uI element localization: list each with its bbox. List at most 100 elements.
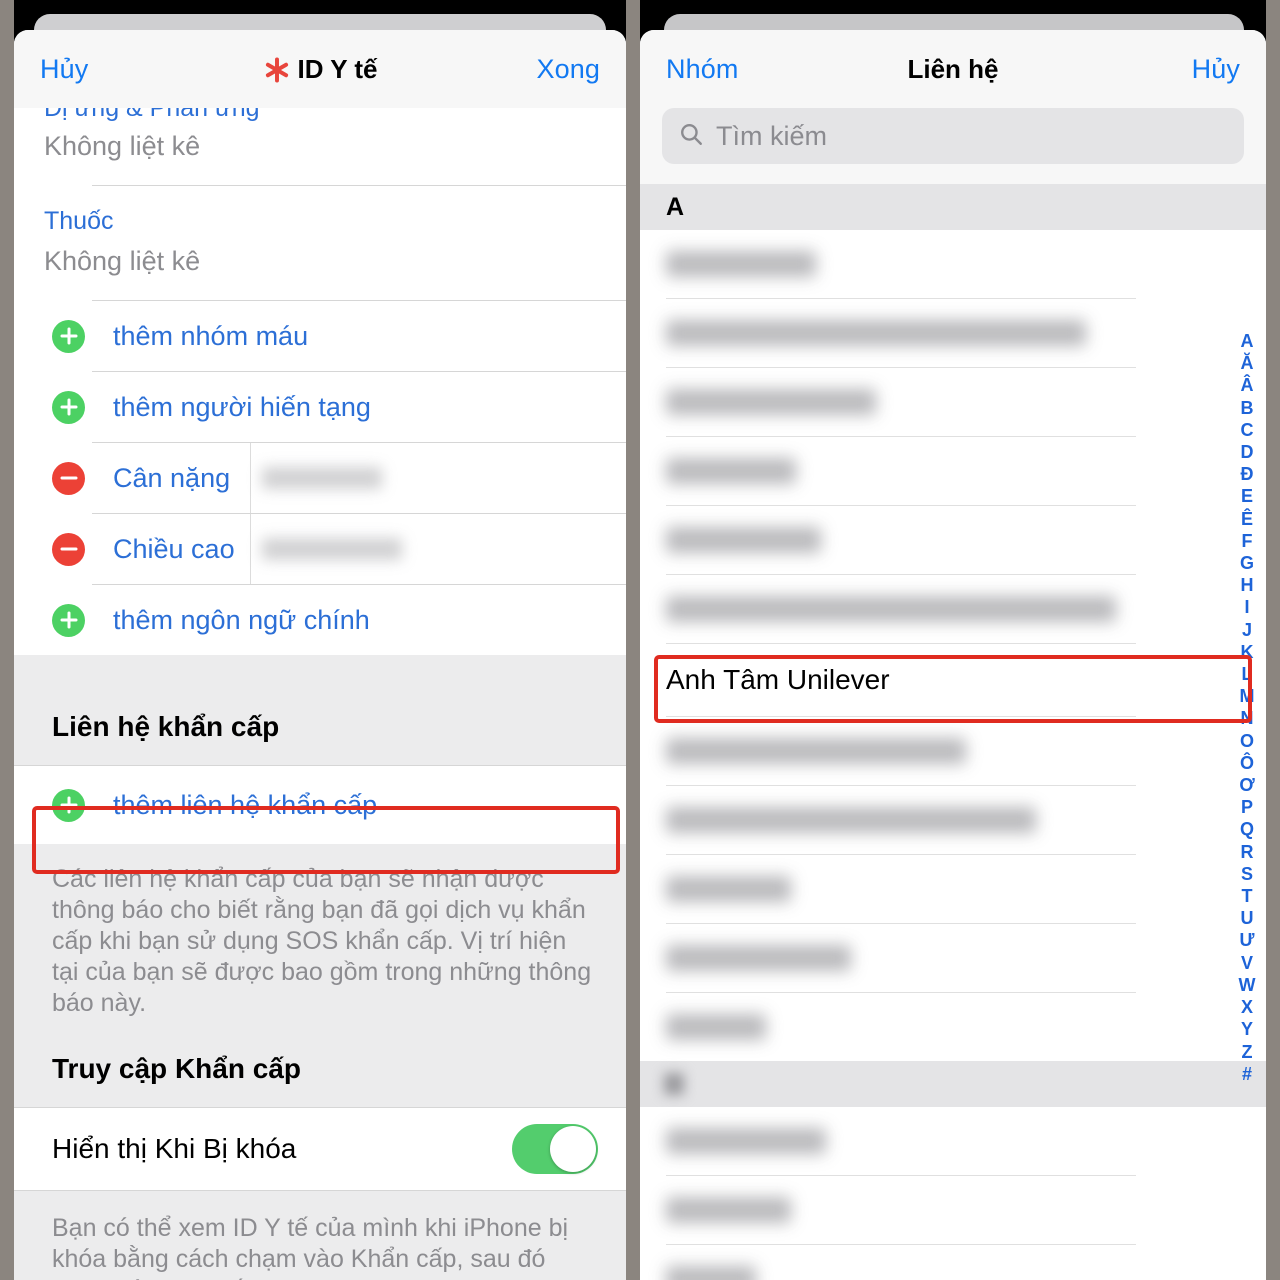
section-header-a: A <box>640 184 1266 230</box>
contact-row[interactable] <box>640 786 1266 854</box>
search-icon <box>678 121 704 152</box>
alphabet-index-letter[interactable]: E <box>1241 485 1253 507</box>
contacts-phone-panel: Nhóm Liên hệ Hủy A <box>640 0 1266 1280</box>
redacted-name <box>666 1014 766 1040</box>
done-button[interactable]: Xong <box>537 54 600 85</box>
alphabet-index-letter[interactable]: T <box>1242 885 1253 907</box>
alphabet-index-letter[interactable]: D <box>1241 441 1254 463</box>
medical-id-content: Dị ứng & Phản ứng Không liệt kê Thuốc Kh… <box>14 108 626 1280</box>
alphabet-index-letter[interactable]: Ư <box>1240 929 1255 951</box>
minus-icon[interactable] <box>52 532 85 566</box>
alphabet-index-letter[interactable]: Z <box>1242 1041 1253 1063</box>
alphabet-index-letter[interactable]: Ơ <box>1239 774 1254 796</box>
alphabet-index-letter[interactable]: J <box>1242 619 1252 641</box>
alphabet-index-letter[interactable]: # <box>1242 1063 1252 1085</box>
cancel-button[interactable]: Hủy <box>1192 54 1240 85</box>
contact-row[interactable] <box>640 1245 1266 1280</box>
show-when-locked-toggle[interactable] <box>512 1124 598 1174</box>
contact-row[interactable] <box>640 855 1266 923</box>
section-header-b: B <box>640 1061 1266 1107</box>
contact-row[interactable] <box>640 437 1266 505</box>
add-emergency-contact-row[interactable]: thêm liên hệ khẩn cấp <box>14 766 626 844</box>
alphabet-index-letter[interactable]: W <box>1239 974 1256 996</box>
search-box[interactable] <box>662 108 1244 164</box>
add-blood-type-row[interactable]: thêm nhóm máu <box>14 301 626 371</box>
alphabet-index-letter[interactable]: Ô <box>1240 752 1254 774</box>
contact-name: Anh Tâm Unilever <box>666 664 890 695</box>
alphabet-index-letter[interactable]: Y <box>1241 1018 1253 1040</box>
height-value-redacted <box>262 538 402 560</box>
alphabet-index-letter[interactable]: N <box>1241 707 1254 729</box>
alphabet-index-letter[interactable]: I <box>1244 596 1249 618</box>
alphabet-index-letter[interactable]: H <box>1241 574 1254 596</box>
plus-icon <box>52 788 85 822</box>
alphabet-index-letter[interactable]: Đ <box>1241 463 1254 485</box>
alphabet-index-letter[interactable]: C <box>1241 419 1254 441</box>
alphabet-index-letter[interactable]: Â <box>1241 374 1254 396</box>
field-allergies-label: Dị ứng & Phản ứng <box>44 108 626 121</box>
contacts-list-a: Anh Tâm Unilever <box>640 230 1266 1061</box>
add-organ-donor-row[interactable]: thêm người hiến tạng <box>14 372 626 442</box>
contact-row[interactable] <box>640 506 1266 574</box>
minus-icon[interactable] <box>52 461 85 495</box>
contact-row[interactable] <box>640 299 1266 367</box>
alphabet-index-letter[interactable]: V <box>1241 952 1253 974</box>
alphabet-index-letter[interactable]: M <box>1240 685 1255 707</box>
emergency-contacts-footer: Các liên hệ khẩn cấp của bạn sẽ nhận đượ… <box>14 844 626 1045</box>
search-input[interactable] <box>716 120 1228 152</box>
groups-button[interactable]: Nhóm <box>666 54 738 85</box>
redacted-name <box>666 251 816 277</box>
height-row[interactable]: Chiều cao <box>14 514 626 584</box>
contact-row[interactable] <box>640 368 1266 436</box>
alphabet-index-letter[interactable]: S <box>1241 863 1253 885</box>
cancel-button[interactable]: Hủy <box>40 54 88 85</box>
contacts-list-container[interactable]: A Anh Tâm Unilever <box>640 184 1266 1280</box>
alphabet-index-letter[interactable]: K <box>1241 641 1254 663</box>
contact-row[interactable] <box>640 924 1266 992</box>
alphabet-index-letter[interactable]: P <box>1241 796 1253 818</box>
alphabet-index-letter[interactable]: Ê <box>1241 508 1253 530</box>
page-title-text: ID Y tế <box>297 53 378 84</box>
weight-label: Cân nặng <box>113 462 231 493</box>
alphabet-index-letter[interactable]: L <box>1242 663 1253 685</box>
alphabet-index-letter[interactable]: A <box>1241 330 1254 352</box>
contact-row[interactable] <box>640 230 1266 298</box>
search-bar-container <box>640 108 1266 184</box>
field-medications[interactable]: Thuốc Không liệt kê <box>14 186 626 300</box>
alphabet-index[interactable]: A Ă Â B C D Đ E Ê F G H I J K L M N O Ô Ơ P Q R S T U Ư V W X Y Z # <box>1234 330 1260 1085</box>
contact-row[interactable] <box>640 1176 1266 1244</box>
contact-row-anh-tam-unilever[interactable]: Anh Tâm Unilever <box>640 644 1266 716</box>
weight-row[interactable]: Cân nặng <box>14 443 626 513</box>
weight-value-redacted <box>262 467 382 489</box>
contact-row[interactable] <box>640 993 1266 1061</box>
plus-icon <box>52 603 85 637</box>
contact-row[interactable] <box>640 1107 1266 1175</box>
alphabet-index-letter[interactable]: G <box>1240 552 1254 574</box>
contacts-navbar: Nhóm Liên hệ Hủy <box>640 30 1266 108</box>
alphabet-index-letter[interactable]: R <box>1241 841 1254 863</box>
field-allergies[interactable]: Dị ứng & Phản ứng Không liệt kê <box>14 108 626 185</box>
add-emergency-contact-label: thêm liên hệ khẩn cấp <box>113 789 378 820</box>
redacted-name <box>666 807 1036 833</box>
alphabet-index-letter[interactable]: F <box>1242 530 1253 552</box>
field-medications-value: Không liệt kê <box>44 246 201 276</box>
contacts-sheet: Nhóm Liên hệ Hủy A <box>640 30 1266 1280</box>
medical-id-sheet: Hủy ID Y tế Xong Không liệt kê Thuốc Khô… <box>14 30 626 1280</box>
redacted-name <box>666 389 876 415</box>
alphabet-index-letter[interactable]: B <box>1241 397 1254 419</box>
alphabet-index-letter[interactable]: Q <box>1240 818 1254 840</box>
add-primary-language-row[interactable]: thêm ngôn ngữ chính <box>14 585 626 655</box>
redacted-name <box>666 945 851 971</box>
alphabet-index-letter[interactable]: X <box>1241 996 1253 1018</box>
alphabet-index-letter[interactable]: O <box>1240 730 1254 752</box>
alphabet-index-letter[interactable]: Ă <box>1241 352 1254 374</box>
screenshot-stage: Hủy ID Y tế Xong Không liệt kê Thuốc Khô… <box>0 0 1280 1280</box>
redacted-name <box>666 527 821 553</box>
emergency-contacts-heading: Liên hệ khẩn cấp <box>14 711 626 765</box>
contact-row[interactable] <box>640 717 1266 785</box>
show-when-locked-row[interactable]: Hiển thị Khi Bị khóa <box>14 1107 626 1191</box>
contact-row[interactable] <box>640 575 1266 643</box>
alphabet-index-letter[interactable]: U <box>1241 907 1254 929</box>
redacted-name <box>666 876 791 902</box>
redacted-name <box>666 738 966 764</box>
